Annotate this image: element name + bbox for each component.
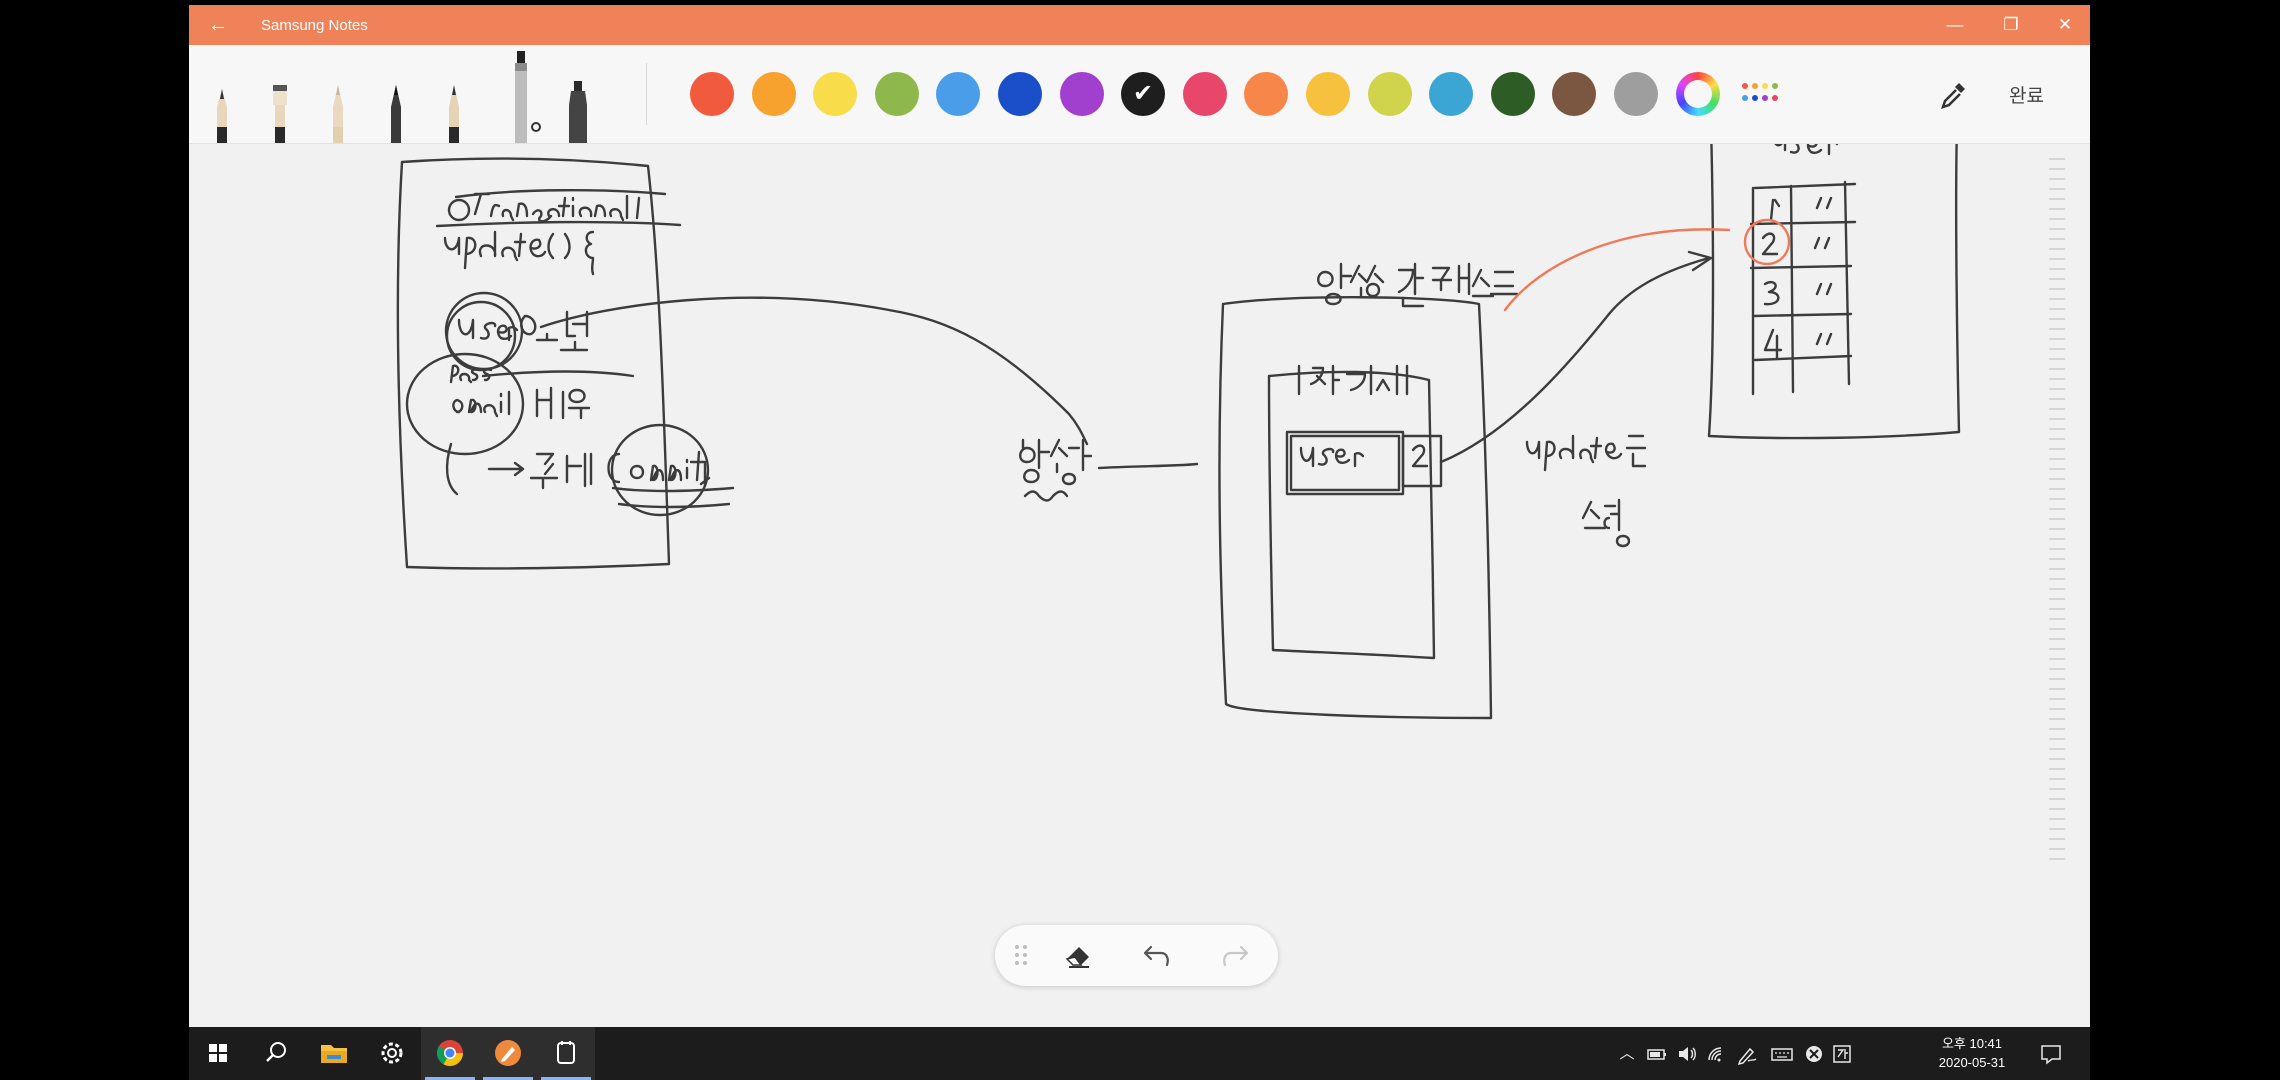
- color-swatch[interactable]: [875, 72, 919, 116]
- eyedropper-icon[interactable]: [1937, 79, 1969, 111]
- color-swatch[interactable]: [690, 72, 734, 116]
- color-swatch[interactable]: [1614, 72, 1658, 116]
- color-swatch[interactable]: [936, 72, 980, 116]
- undo-icon[interactable]: [1137, 935, 1177, 975]
- pen-app-icon: [495, 1040, 521, 1066]
- pencil-icon[interactable]: [385, 45, 407, 143]
- no-entry-icon[interactable]: [1801, 1041, 1827, 1067]
- clock-time: 오후 10:41: [1941, 1036, 2003, 1051]
- settings-gear-icon[interactable]: [363, 1027, 421, 1080]
- battery-icon[interactable]: [1644, 1041, 1670, 1067]
- color-wheel-center: [1684, 80, 1712, 108]
- more-colors-icon[interactable]: [1739, 80, 1779, 110]
- pen-toolbar: ✔ 완료: [189, 45, 2090, 144]
- search-icon[interactable]: [247, 1027, 305, 1080]
- file-explorer-icon[interactable]: [305, 1027, 363, 1080]
- redo-icon[interactable]: [1215, 935, 1255, 975]
- color-swatch[interactable]: [1183, 72, 1227, 116]
- chrome-taskbar-button[interactable]: [421, 1027, 479, 1080]
- close-button[interactable]: ✕: [2037, 5, 2090, 45]
- highlighter-icon[interactable]: [565, 45, 591, 143]
- chisel-pen-icon[interactable]: [443, 45, 465, 143]
- floating-edit-toolbar: [995, 925, 1278, 986]
- calligraphy-brush-icon[interactable]: [269, 45, 291, 143]
- color-swatch[interactable]: ✔: [1121, 72, 1165, 116]
- volume-icon[interactable]: [1674, 1041, 1700, 1067]
- color-swatch[interactable]: [1368, 72, 1412, 116]
- minimize-button[interactable]: —: [1927, 5, 1983, 45]
- screen: ← Samsung Notes — ❐ ✕ ✔ 완료 ︿ 오후 10:41 20…: [189, 0, 2090, 1080]
- toolbar-divider: [646, 63, 647, 125]
- done-button[interactable]: 완료: [2009, 81, 2044, 108]
- chrome-icon: [436, 1040, 463, 1066]
- color-swatch[interactable]: [1491, 72, 1535, 116]
- samsung-notes-window: ← Samsung Notes — ❐ ✕ ✔ 완료: [189, 5, 2090, 1027]
- drag-handle-icon[interactable]: [1009, 935, 1033, 975]
- wifi-icon[interactable]: [1704, 1041, 1730, 1067]
- fountain-pen-icon[interactable]: [211, 45, 233, 143]
- color-swatch[interactable]: [1244, 72, 1288, 116]
- color-swatch[interactable]: [813, 72, 857, 116]
- clock-date: 2020-05-31: [1938, 1055, 2006, 1070]
- windows-taskbar: ︿ 오후 10:41 2020-05-31: [189, 1027, 2090, 1080]
- first-level-cache-box: [1267, 370, 1436, 660]
- color-swatch[interactable]: [998, 72, 1042, 116]
- samsung-notes-icon: [557, 1041, 575, 1064]
- transaction-box: [396, 157, 671, 570]
- marker-pen-icon[interactable]: [509, 45, 543, 143]
- selected-check-icon: ✔: [1132, 80, 1154, 107]
- windows-start-icon[interactable]: [189, 1027, 247, 1080]
- title-bar: ← Samsung Notes — ❐ ✕: [189, 5, 2090, 45]
- system-clock[interactable]: 오후 10:41 2020-05-31: [1929, 1034, 2015, 1072]
- color-swatch[interactable]: [1552, 72, 1596, 116]
- user-table-box: [1707, 144, 1961, 440]
- notification-center-icon[interactable]: [2038, 1041, 2064, 1067]
- app-title: Samsung Notes: [261, 17, 368, 34]
- pen-app-taskbar-button[interactable]: [479, 1027, 537, 1080]
- back-arrow-icon[interactable]: ←: [203, 11, 233, 39]
- canvas-scroll-indicator[interactable]: [2049, 153, 2065, 873]
- color-swatch[interactable]: [1429, 72, 1473, 116]
- eraser-icon[interactable]: [1059, 935, 1099, 975]
- touch-keyboard-icon[interactable]: [1769, 1041, 1795, 1067]
- color-swatch[interactable]: [752, 72, 796, 116]
- brush-pen-icon[interactable]: [327, 45, 349, 143]
- input-language-icon[interactable]: [1829, 1041, 1855, 1067]
- pen-workspace-icon[interactable]: [1734, 1041, 1760, 1067]
- color-swatch[interactable]: [1306, 72, 1350, 116]
- color-wheel-icon[interactable]: [1676, 72, 1720, 116]
- restore-button[interactable]: ❐: [1983, 5, 2039, 45]
- show-hidden-icons-icon[interactable]: ︿: [1614, 1041, 1640, 1067]
- samsung-notes-taskbar-button[interactable]: [537, 1027, 595, 1080]
- color-swatch[interactable]: [1060, 72, 1104, 116]
- handwriting-canvas[interactable]: [189, 144, 2090, 1027]
